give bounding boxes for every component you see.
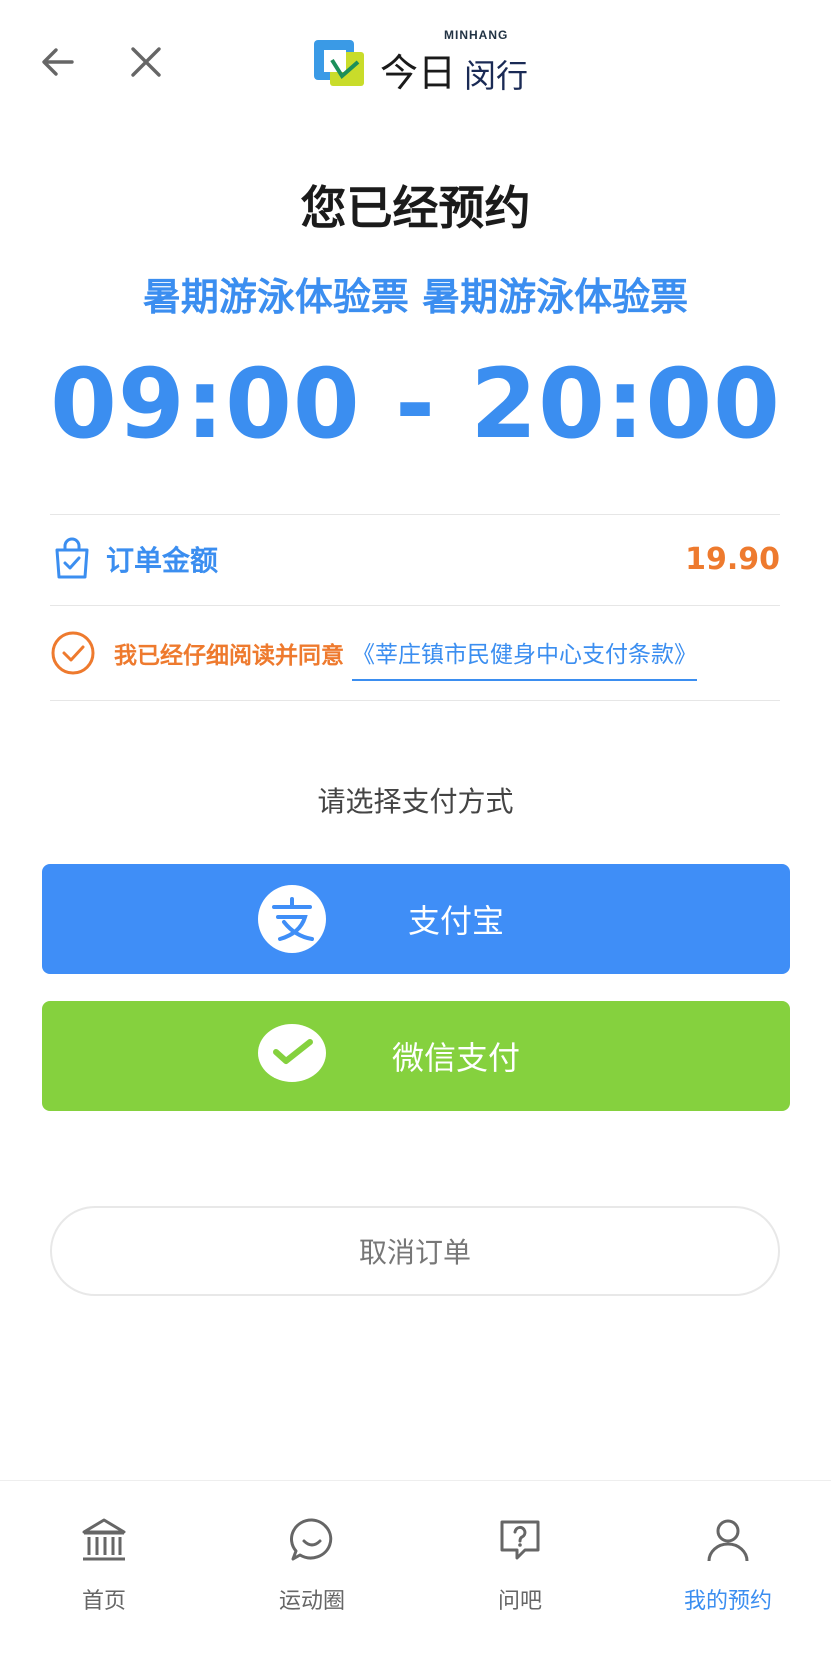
arrow-left-icon: [42, 48, 74, 76]
tab-home-label: 首页: [81, 1589, 126, 1614]
shopping-bag-check-icon: [55, 537, 89, 579]
alipay-label: 支付宝: [407, 902, 504, 940]
wechat-pay-button[interactable]: 微信支付: [42, 1001, 790, 1111]
tab-home[interactable]: 首页: [0, 1481, 208, 1641]
page-title: 您已经预约: [300, 181, 531, 235]
tab-my-bookings[interactable]: 我的预约: [624, 1481, 831, 1641]
ticket-name: 暑期游泳体验票 暑期游泳体验票: [142, 275, 689, 319]
check-circle-icon[interactable]: [50, 630, 96, 676]
back-button[interactable]: [26, 30, 90, 94]
payment-prompt: 请选择支付方式: [317, 785, 514, 818]
logo-chinese-2: 闵行: [464, 56, 529, 95]
divider: [50, 700, 780, 701]
cancel-order-button[interactable]: 取消订单: [50, 1206, 780, 1296]
logo-english: MINHANG: [444, 27, 509, 42]
user-icon: [707, 1519, 749, 1562]
agreement-text: 我已经仔细阅读并同意: [114, 643, 344, 669]
close-button[interactable]: [114, 30, 178, 94]
tab-sports-circle-label: 运动圈: [278, 1589, 345, 1614]
app-logo: MINHANG 今日 闵行: [312, 22, 528, 102]
home-bank-icon: [82, 1518, 126, 1561]
terms-link[interactable]: 《莘庄镇市民健身中心支付条款》: [352, 625, 697, 681]
bottom-tab-bar: 首页 运动圈 问吧 我的预约: [0, 1480, 831, 1641]
agreement-row: 我已经仔细阅读并同意 《莘庄镇市民健身中心支付条款》: [50, 608, 780, 698]
close-icon: [131, 47, 161, 77]
tab-ask-label: 问吧: [497, 1589, 542, 1614]
time-range: 09:00 - 20:00: [50, 348, 781, 460]
order-amount-label: 订单金额: [106, 544, 219, 577]
tab-my-bookings-label: 我的预约: [683, 1589, 772, 1614]
question-bubble-icon: [500, 1520, 540, 1560]
order-amount-row: 订单金额 19.90: [50, 514, 780, 604]
wechat-pay-label: 微信支付: [391, 1039, 520, 1077]
logo-chinese-1: 今日: [380, 50, 457, 95]
tab-ask[interactable]: 问吧: [416, 1481, 624, 1641]
tab-sports-circle[interactable]: 运动圈: [208, 1481, 416, 1641]
chat-circle-icon: [290, 1518, 333, 1561]
logo-mark-icon: [314, 40, 364, 86]
divider: [50, 605, 780, 606]
alipay-button[interactable]: 支付宝: [42, 864, 790, 974]
order-amount-value: 19.90: [685, 541, 780, 577]
